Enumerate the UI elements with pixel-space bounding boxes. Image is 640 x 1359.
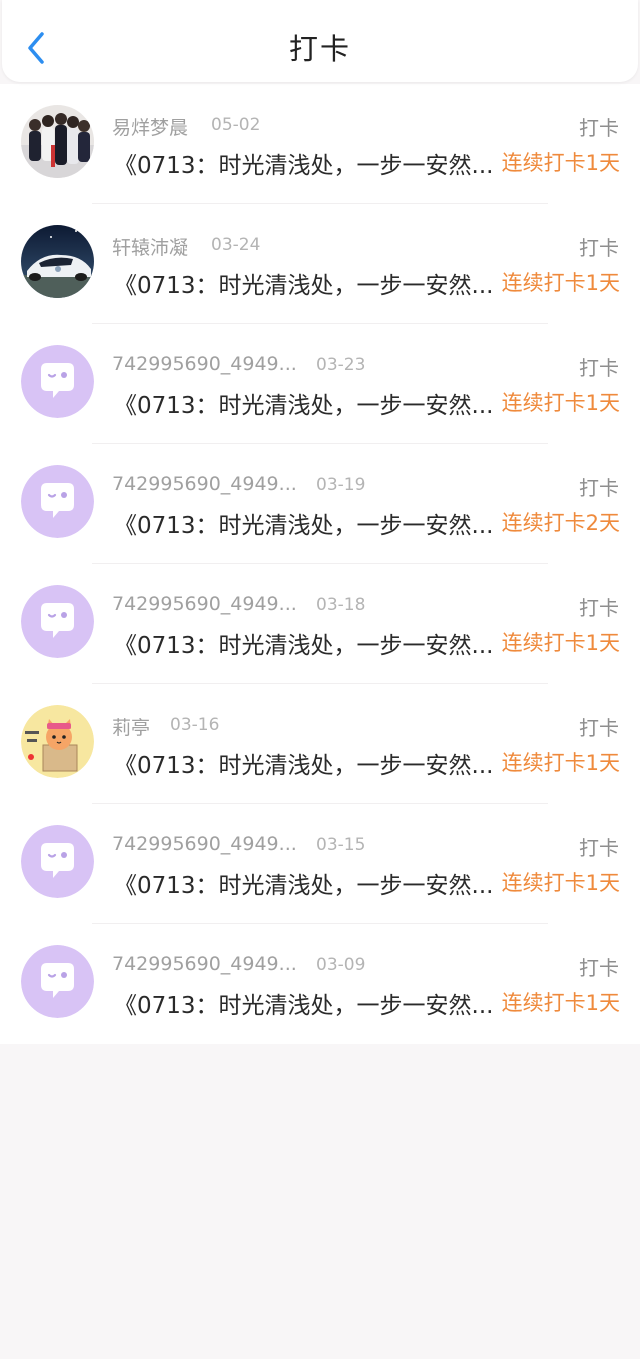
avatar[interactable] [21,345,94,418]
list-item[interactable]: 742995690_4949... 03-19 打卡 《0713：时光清浅处，一… [0,444,640,564]
streak-label: 连续打卡2天 [501,511,620,535]
avatar[interactable] [21,585,94,658]
post-date: 03-24 [211,235,261,255]
checkin-content: 《0713：时光清浅处，一步一安然... [114,633,494,659]
post-date: 03-16 [170,715,220,735]
user-name: 742995690_4949... [112,473,297,495]
checkin-tag: 打卡 [579,236,619,260]
list-item[interactable]: 轩辕沛凝 03-24 打卡 《0713：时光清浅处，一步一安然... 连续打卡1… [0,204,640,324]
list-item[interactable]: 莉亭 03-16 打卡 《0713：时光清浅处，一步一安然... 连续打卡1天 [0,684,640,804]
list-item[interactable]: 742995690_4949... 03-18 打卡 《0713：时光清浅处，一… [0,564,640,684]
avatar[interactable] [21,705,94,778]
user-name: 742995690_4949... [112,593,297,615]
default-chat-avatar-icon [21,945,94,1018]
list-item[interactable]: 742995690_4949... 03-23 打卡 《0713：时光清浅处，一… [0,324,640,444]
checkin-content: 《0713：时光清浅处，一步一安然... [114,993,494,1019]
post-date: 05-02 [211,115,261,135]
checkin-tag: 打卡 [579,116,619,140]
default-chat-avatar-icon [21,345,94,418]
avatar[interactable] [21,825,94,898]
car-photo-icon [21,225,94,298]
checkin-tag: 打卡 [579,356,619,380]
streak-label: 连续打卡1天 [501,991,620,1015]
checkin-content: 《0713：时光清浅处，一步一安然... [114,873,494,899]
default-chat-avatar-icon [21,825,94,898]
checkin-tag: 打卡 [579,956,619,980]
top-bar: 打卡 [2,0,638,82]
streak-label: 连续打卡1天 [501,271,620,295]
default-chat-avatar-icon [21,585,94,658]
checkin-content: 《0713：时光清浅处，一步一安然... [114,273,494,299]
avatar[interactable] [21,465,94,538]
post-date: 03-15 [316,835,366,855]
streak-label: 连续打卡1天 [501,391,620,415]
avatar[interactable] [21,945,94,1018]
avatar[interactable] [21,105,94,178]
checkin-content: 《0713：时光清浅处，一步一安然... [114,513,494,539]
list-item[interactable]: 易烊梦晨 05-02 打卡 《0713：时光清浅处，一步一安然... 连续打卡1… [0,84,640,204]
checkin-tag: 打卡 [579,716,619,740]
checkin-tag: 打卡 [579,476,619,500]
post-date: 03-19 [316,475,366,495]
checkin-tag: 打卡 [579,596,619,620]
checkin-list: 易烊梦晨 05-02 打卡 《0713：时光清浅处，一步一安然... 连续打卡1… [0,84,640,1044]
list-item[interactable]: 742995690_4949... 03-15 打卡 《0713：时光清浅处，一… [0,804,640,924]
checkin-content: 《0713：时光清浅处，一步一安然... [114,393,494,419]
user-name: 轩辕沛凝 [112,237,189,259]
streak-label: 连续打卡1天 [501,751,620,775]
post-date: 03-09 [316,955,366,975]
user-name: 742995690_4949... [112,953,297,975]
user-name: 莉亭 [112,717,151,739]
default-chat-avatar-icon [21,465,94,538]
streak-label: 连续打卡1天 [501,871,620,895]
post-date: 03-23 [316,355,366,375]
streak-label: 连续打卡1天 [501,151,620,175]
avatar[interactable] [21,225,94,298]
checkin-content: 《0713：时光清浅处，一步一安然... [114,753,494,779]
user-name: 742995690_4949... [112,833,297,855]
checkin-content: 《0713：时光清浅处，一步一安然... [114,153,494,179]
streak-label: 连续打卡1天 [501,631,620,655]
user-name: 易烊梦晨 [112,117,189,139]
list-item[interactable]: 742995690_4949... 03-09 打卡 《0713：时光清浅处，一… [0,924,640,1044]
page-title: 打卡 [288,32,351,66]
cat-sticker-icon [21,705,94,778]
user-name: 742995690_4949... [112,353,297,375]
group-photo-icon [21,105,94,178]
checkin-tag: 打卡 [579,836,619,860]
post-date: 03-18 [316,595,366,615]
